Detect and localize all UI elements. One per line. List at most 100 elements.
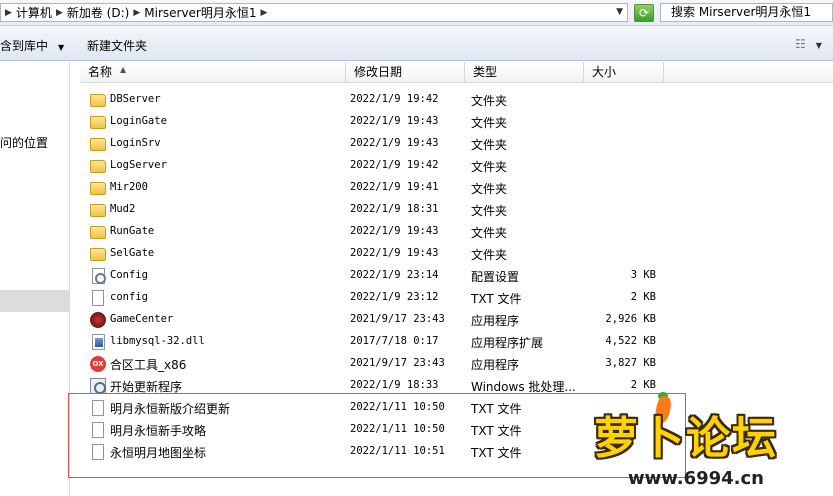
address-bar: ▶ 计算机 ▶ 新加卷 (D:) ▶ Mirserver明月永恒1 ▶ ▼ ⟳ … [0,0,833,26]
file-size: 2 KB [630,291,656,303]
file-type: 文件夹 [471,116,508,130]
file-row[interactable]: SelGate 2022/1/9 19:43 文件夹 [80,243,680,265]
file-type: 配置设置 [471,270,520,284]
folder-icon [90,182,106,195]
file-name: Config [110,269,148,281]
file-modified-date: 2022/1/9 19:41 [350,181,439,193]
file-type: 文件夹 [471,138,508,152]
file-row[interactable]: DBServer 2022/1/9 19:42 文件夹 [80,89,680,111]
breadcrumb-item-drive[interactable]: 新加卷 (D:) [67,4,129,21]
file-name: RunGate [110,225,155,237]
nav-item-selected[interactable] [0,290,70,312]
file-name: Mud2 [110,203,136,215]
refresh-button[interactable]: ⟳ [634,4,654,22]
text-file-icon [92,290,104,306]
file-row[interactable]: Mud2 2022/1/9 18:31 文件夹 [80,199,680,221]
forum-watermark-logo: 萝卜论坛 www.6994.cn [586,392,833,496]
column-header-name[interactable]: 名称 ▲ [80,62,346,83]
file-type: 文件夹 [471,160,508,174]
file-name: GameCenter [110,313,174,325]
include-in-library-label: 含到库中 [0,39,49,53]
file-size: 2,926 KB [605,313,656,325]
nav-item-recent-places[interactable]: 问的位置 [0,134,48,151]
file-modified-date: 2021/9/17 23:43 [350,313,445,325]
file-name: 合区工具_x86 [110,358,187,372]
file-modified-date: 2022/1/9 19:43 [350,137,439,149]
folder-icon [90,204,106,217]
merge-tool-app-icon: OX [90,356,106,372]
folder-icon [90,226,106,239]
file-modified-date: 2022/1/9 18:33 [350,379,439,391]
folder-icon [90,160,106,173]
file-row[interactable]: Config 2022/1/9 23:14 配置设置 3 KB [80,265,680,287]
file-type: 应用程序 [471,358,520,372]
watermark-url: www.6994.cn [628,468,764,489]
file-modified-date: 2022/1/9 19:42 [350,159,439,171]
chevron-down-icon: ▼ [58,43,65,52]
file-row[interactable]: config 2022/1/9 23:12 TXT 文件 2 KB [80,287,680,309]
folder-icon [90,94,106,107]
file-modified-date: 2022/1/9 19:43 [350,225,439,237]
address-dropdown-icon[interactable]: ▼ [616,7,623,17]
file-row[interactable]: RunGate 2022/1/9 19:43 文件夹 [80,221,680,243]
file-row[interactable]: OX 合区工具_x86 2021/9/17 23:43 应用程序 3,827 KB [80,353,680,375]
column-header-name-label: 名称 [88,65,113,79]
gamecenter-app-icon [90,312,106,328]
watermark-logo-text: 萝卜论坛 [594,413,778,464]
file-name: libmysql-32.dll [110,335,205,347]
file-name: Mir200 [110,181,148,193]
file-type: 文件夹 [471,182,508,196]
file-name: LogServer [110,159,167,171]
file-name: config [110,291,148,303]
breadcrumb-chevron-icon[interactable]: ▶ [133,8,140,18]
file-type: 文件夹 [471,204,508,218]
file-type: 应用程序扩展 [471,336,544,350]
file-type: TXT 文件 [471,292,522,306]
folder-icon [90,138,106,151]
include-in-library-button[interactable]: 含到库中 ▼ [0,37,64,54]
navigation-pane[interactable]: 问的位置 [0,62,70,496]
command-bar: 含到库中 ▼ 新建文件夹 ☷ ▼ [0,26,833,61]
file-name: SelGate [110,247,155,259]
search-input[interactable]: 搜索 Mirserver明月永恒1 [660,3,833,22]
file-modified-date: 2017/7/18 0:17 [350,335,439,347]
breadcrumb-chevron-icon[interactable]: ▶ [56,8,63,18]
new-folder-button[interactable]: 新建文件夹 [87,37,147,54]
file-modified-date: 2022/1/9 18:31 [350,203,439,215]
file-type: 文件夹 [471,94,508,108]
dll-file-icon [92,334,105,350]
file-modified-date: 2022/1/9 19:42 [350,93,439,105]
file-size: 3 KB [630,269,656,281]
change-view-button[interactable]: ☷ ▼ [795,37,822,51]
file-name: LoginSrv [110,137,161,149]
file-row[interactable]: GameCenter 2021/9/17 23:43 应用程序 2,926 KB [80,309,680,331]
file-size: 2 KB [630,379,656,391]
breadcrumb[interactable]: ▶ 计算机 ▶ 新加卷 (D:) ▶ Mirserver明月永恒1 ▶ ▼ [0,3,628,22]
file-modified-date: 2022/1/9 23:14 [350,269,439,281]
folder-icon [90,248,106,261]
column-header-size[interactable]: 大小 [584,62,664,83]
batch-file-icon [90,378,106,394]
file-row[interactable]: LoginSrv 2022/1/9 19:43 文件夹 [80,133,680,155]
folder-icon [90,116,106,129]
file-size: 4,522 KB [605,335,656,347]
file-modified-date: 2022/1/9 19:43 [350,247,439,259]
breadcrumb-chevron-icon[interactable]: ▶ [5,8,12,18]
file-row[interactable]: libmysql-32.dll 2017/7/18 0:17 应用程序扩展 4,522… [80,331,680,353]
file-modified-date: 2021/9/17 23:43 [350,357,445,369]
file-type: 文件夹 [471,248,508,262]
file-modified-date: 2022/1/9 19:43 [350,115,439,127]
breadcrumb-item-folder[interactable]: Mirserver明月永恒1 [144,4,256,21]
chevron-down-icon: ▼ [815,41,822,50]
file-row[interactable]: LoginGate 2022/1/9 19:43 文件夹 [80,111,680,133]
column-header-modified[interactable]: 修改日期 [346,62,465,83]
config-file-icon [92,268,106,284]
file-type: 文件夹 [471,226,508,240]
breadcrumb-item-computer[interactable]: 计算机 [16,4,52,21]
file-row[interactable]: LogServer 2022/1/9 19:42 文件夹 [80,155,680,177]
file-size: 3,827 KB [605,357,656,369]
breadcrumb-chevron-icon[interactable]: ▶ [261,8,268,18]
file-row[interactable]: Mir200 2022/1/9 19:41 文件夹 [80,177,680,199]
details-view-icon: ☷ [795,37,806,51]
column-header-type[interactable]: 类型 [465,62,584,83]
